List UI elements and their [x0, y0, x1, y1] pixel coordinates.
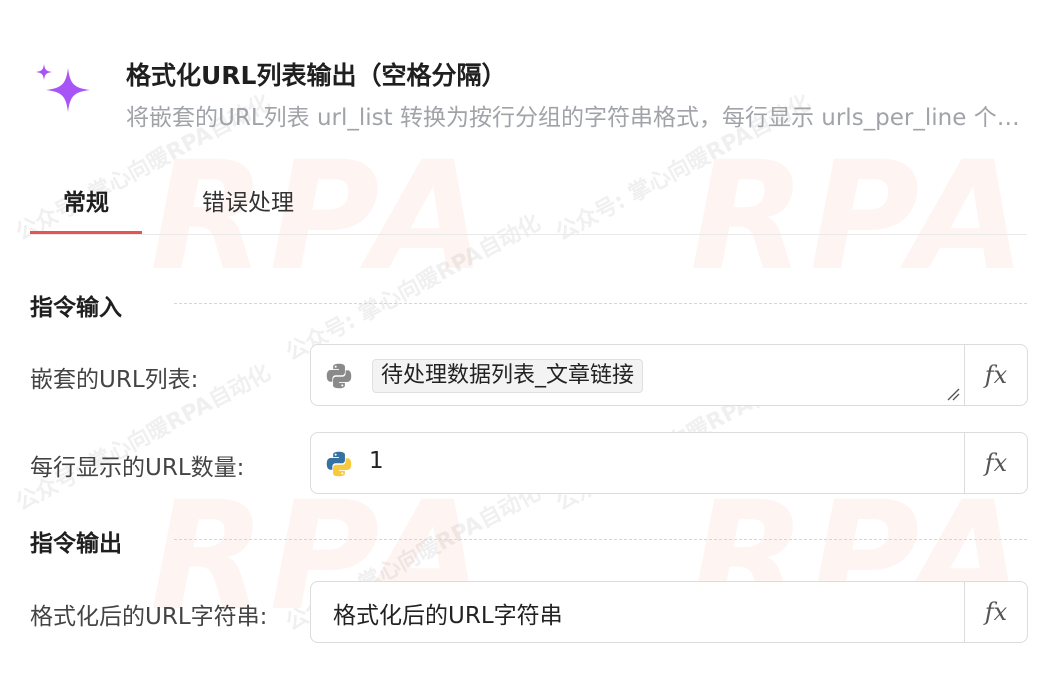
- formatted-output-field: 格式化后的URL字符串 fx: [310, 581, 1028, 643]
- command-title: 格式化URL列表输出（空格分隔）: [126, 61, 507, 90]
- fx-button[interactable]: fx: [964, 345, 1027, 405]
- resize-handle-icon[interactable]: [946, 387, 960, 401]
- row-formatted-output: 格式化后的URL字符串: 格式化后的URL字符串 fx: [30, 581, 1030, 645]
- section-divider: [174, 303, 1027, 304]
- field-label: 嵌套的URL列表:: [30, 367, 199, 393]
- variable-chip[interactable]: 待处理数据列表_文章链接: [372, 359, 644, 393]
- section-title: 指令输入: [30, 295, 122, 321]
- row-nested-url-list: 嵌套的URL列表: 待处理数据列表_文章链接 fx: [30, 344, 1030, 408]
- field-label: 格式化后的URL字符串:: [30, 604, 268, 630]
- urls-per-line-field: 1 fx: [310, 432, 1028, 494]
- nested-url-list-field: 待处理数据列表_文章链接 fx: [310, 344, 1028, 406]
- section-command-output: 指令输出: [30, 524, 1027, 558]
- field-label: 每行显示的URL数量:: [30, 455, 245, 481]
- tab-general[interactable]: 常规: [30, 188, 142, 234]
- formatted-output-value: 格式化后的URL字符串: [333, 603, 563, 629]
- section-divider: [174, 539, 1027, 540]
- formatted-output-input[interactable]: 格式化后的URL字符串: [311, 582, 965, 642]
- sparkle-icon: [36, 64, 90, 112]
- tab-bar: 常规 错误处理: [30, 180, 1027, 235]
- fx-button[interactable]: fx: [964, 433, 1027, 493]
- fx-button[interactable]: fx: [964, 582, 1027, 642]
- section-title: 指令输出: [30, 531, 122, 557]
- urls-per-line-value: 1: [369, 448, 384, 474]
- command-header: 格式化URL列表输出（空格分隔） 将嵌套的URL列表 url_list 转换为按…: [30, 56, 1030, 136]
- urls-per-line-input[interactable]: 1: [311, 433, 965, 493]
- section-command-input: 指令输入: [30, 288, 1027, 322]
- command-description: 将嵌套的URL列表 url_list 转换为按行分组的字符串格式，每行显示 ur…: [126, 105, 1026, 131]
- tab-error-handling[interactable]: 错误处理: [202, 188, 294, 232]
- row-urls-per-line: 每行显示的URL数量: 1 fx: [30, 432, 1030, 496]
- nested-url-list-input[interactable]: 待处理数据列表_文章链接: [311, 345, 965, 405]
- python-icon: [326, 363, 352, 389]
- python-icon: [326, 451, 352, 477]
